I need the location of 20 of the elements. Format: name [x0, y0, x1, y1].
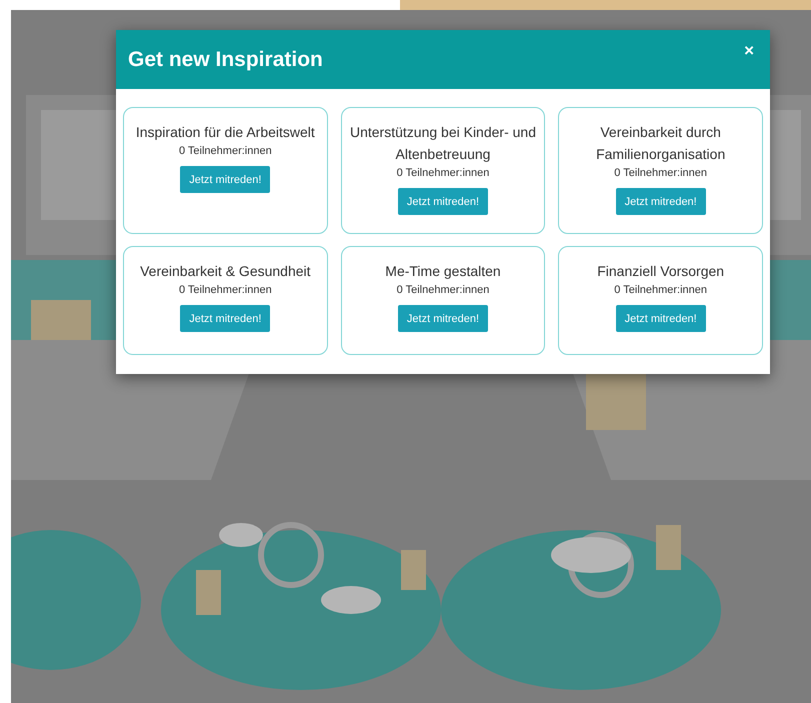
topic-title: Vereinbarkeit & Gesundheit [140, 262, 311, 281]
participant-count: 0 Teilnehmer:innen [178, 283, 272, 297]
participant-count: 0 Teilnehmer:innen [396, 283, 490, 297]
join-button[interactable]: Jetzt mitreden! [616, 305, 706, 332]
join-button[interactable]: Jetzt mitreden! [398, 305, 488, 332]
join-button[interactable]: Jetzt mitreden! [398, 188, 488, 215]
join-button[interactable]: Jetzt mitreden! [180, 305, 270, 332]
topic-title: Inspiration für die Arbeitswelt [136, 123, 315, 142]
close-button[interactable]: × [740, 42, 758, 59]
participant-count: 0 Teilnehmer:innen [614, 166, 708, 180]
participant-count: 0 Teilnehmer:innen [396, 166, 490, 180]
participant-count: 0 Teilnehmer:innen [614, 283, 708, 297]
topic-title: Unterstützung bei Kinder- und Altenbetreuung [348, 123, 537, 164]
participant-count: 0 Teilnehmer:innen [178, 144, 272, 158]
topic-title: Vereinbarkeit durch Familienorganisation [595, 123, 726, 164]
topic-title: Finanziell Vorsorgen [597, 262, 724, 281]
dialog-title: Get new Inspiration [128, 48, 323, 72]
join-button[interactable]: Jetzt mitreden! [180, 166, 270, 193]
join-button[interactable]: Jetzt mitreden! [616, 188, 706, 215]
topic-title: Me-Time gestalten [385, 262, 501, 281]
